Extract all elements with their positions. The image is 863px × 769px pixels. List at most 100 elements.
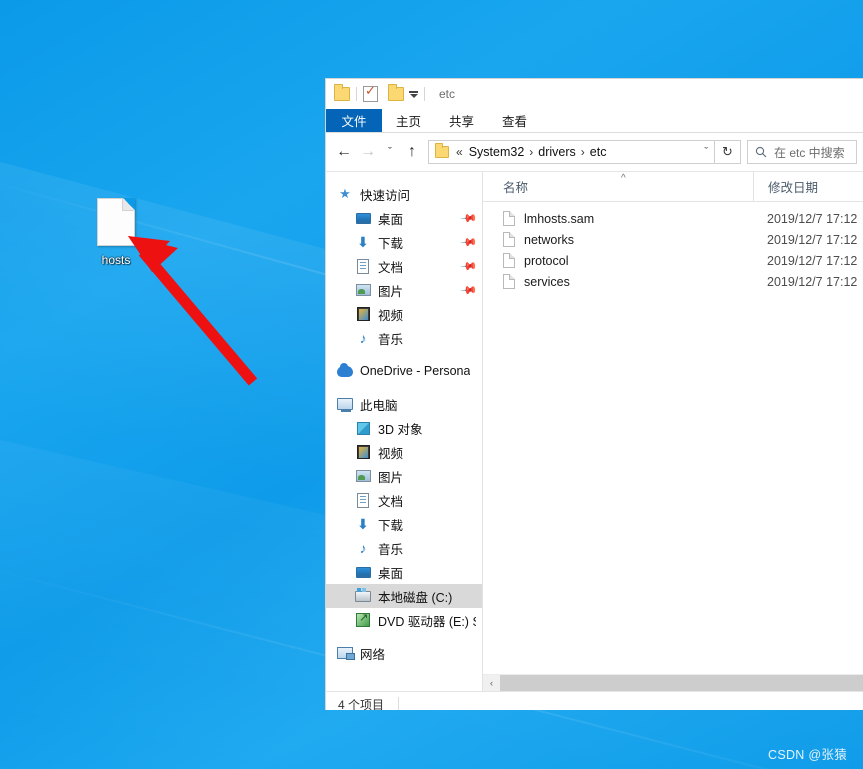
status-divider: [398, 697, 400, 710]
breadcrumb-segment-system32[interactable]: System32: [469, 145, 525, 159]
sidebar-item-quick-access[interactable]: ★ 快速访问: [326, 182, 482, 206]
properties-icon[interactable]: [363, 83, 378, 102]
file-icon: [503, 253, 515, 268]
pin-icon[interactable]: 📌: [460, 257, 479, 275]
breadcrumb-overflow-icon[interactable]: «: [456, 145, 463, 159]
sidebar-item-label: 桌面: [378, 566, 404, 581]
desktop-icon-hosts[interactable]: hosts: [78, 198, 154, 268]
column-header-date-modified[interactable]: 修改日期: [753, 172, 863, 201]
title-bar: etc: [326, 79, 863, 109]
tab-home[interactable]: 主页: [382, 109, 435, 132]
pictures-icon: [354, 468, 372, 484]
pin-icon[interactable]: 📌: [460, 281, 479, 299]
file-name-label: lmhosts.sam: [524, 211, 595, 226]
folder-icon[interactable]: [388, 84, 404, 101]
table-row[interactable]: protocol 2019/12/7 17:12: [483, 250, 863, 271]
sidebar-item-label: 视频: [378, 446, 404, 461]
pin-icon[interactable]: 📌: [460, 233, 479, 251]
star-icon: ★: [339, 186, 351, 201]
chevron-right-icon[interactable]: ›: [581, 145, 585, 159]
file-icon: [503, 232, 515, 247]
sidebar-item-label: 图片: [378, 470, 404, 485]
search-placeholder: 在 etc 中搜索: [774, 145, 845, 160]
sidebar-item-onedrive[interactable]: OneDrive - Persona: [326, 359, 482, 383]
music-icon: ♪: [359, 330, 367, 346]
window-body: ★ 快速访问 桌面 📌 ⬇ 下载 📌 文档 📌 图片 📌 视频 ♪ 音乐 One…: [326, 171, 863, 691]
window-title: etc: [439, 87, 456, 101]
back-button[interactable]: ←: [332, 138, 356, 166]
sidebar-item-local-disk-c[interactable]: 本地磁盘 (C:): [326, 584, 482, 608]
folder-icon: [435, 143, 449, 158]
sidebar-item-label: 网络: [360, 647, 386, 662]
chevron-down-icon[interactable]: ˇ: [694, 146, 708, 158]
onedrive-icon: [336, 362, 354, 379]
documents-icon: [354, 258, 372, 274]
pictures-icon: [354, 282, 372, 298]
chevron-down-icon[interactable]: [409, 93, 418, 98]
chevron-right-icon[interactable]: ›: [529, 145, 533, 159]
sidebar-item-music[interactable]: ♪ 音乐: [326, 326, 482, 350]
refresh-button[interactable]: ↻: [715, 140, 741, 164]
qat-divider-2: [424, 87, 425, 101]
sidebar-item-3d-objects[interactable]: 3D 对象: [326, 416, 482, 440]
sidebar-item-documents-pc[interactable]: 文档: [326, 488, 482, 512]
sidebar-item-videos-pc[interactable]: 视频: [326, 440, 482, 464]
desktop-icon: [354, 210, 372, 226]
download-icon: ⬇: [357, 233, 369, 250]
network-icon: [336, 645, 355, 661]
column-header-name[interactable]: 名称: [483, 172, 753, 201]
tab-share[interactable]: 共享: [435, 109, 488, 132]
scrollbar-thumb[interactable]: [500, 675, 863, 691]
address-bar: ← → ˇ ↑ « System32 › drivers › etc ˇ ↻ 在…: [326, 133, 863, 171]
file-icon: [503, 274, 515, 289]
sidebar-item-label: 音乐: [378, 542, 404, 557]
sidebar-item-label: 文档: [378, 494, 404, 509]
horizontal-scrollbar[interactable]: ‹: [483, 674, 863, 691]
file-name-label: services: [524, 274, 570, 289]
breadcrumb-segment-etc[interactable]: etc: [590, 145, 607, 159]
tab-view[interactable]: 查看: [488, 109, 541, 132]
breadcrumb-segment-drivers[interactable]: drivers: [538, 145, 576, 159]
sidebar-item-downloads-pc[interactable]: ⬇ 下载: [326, 512, 482, 536]
sidebar-item-dvd-drive-e[interactable]: DVD 驱动器 (E:) SC: [326, 608, 482, 632]
scroll-left-button[interactable]: ‹: [483, 675, 500, 691]
tab-file[interactable]: 文件: [326, 109, 382, 132]
sort-ascending-icon: ^: [621, 173, 626, 184]
videos-icon: [354, 306, 372, 322]
desktop-icon-label: hosts: [101, 253, 131, 267]
status-bar: 4 个项目: [326, 691, 863, 710]
sidebar-item-label: 下载: [378, 518, 404, 533]
sidebar-item-pictures[interactable]: 图片 📌: [326, 278, 482, 302]
up-button[interactable]: ↑: [400, 138, 424, 166]
sidebar-item-label: DVD 驱动器 (E:) SC: [378, 614, 476, 629]
sidebar-item-label: 图片: [378, 284, 404, 299]
sidebar-item-documents[interactable]: 文档 📌: [326, 254, 482, 278]
search-input[interactable]: 在 etc 中搜索: [747, 140, 857, 164]
file-name-cell: protocol: [483, 253, 753, 268]
sidebar-item-desktop-pc[interactable]: 桌面: [326, 560, 482, 584]
sidebar-item-downloads[interactable]: ⬇ 下载 📌: [326, 230, 482, 254]
sidebar-item-pictures-pc[interactable]: 图片: [326, 464, 482, 488]
sidebar-item-label: 下载: [378, 236, 404, 251]
sidebar-item-network[interactable]: 网络: [326, 641, 482, 665]
drive-icon: [354, 587, 372, 604]
recent-locations-button[interactable]: ˇ: [380, 138, 400, 166]
pin-icon[interactable]: 📌: [460, 209, 479, 227]
file-date-cell: 2019/12/7 17:12: [767, 274, 858, 289]
sidebar-item-videos[interactable]: 视频: [326, 302, 482, 326]
new-folder-icon[interactable]: [334, 84, 350, 101]
breadcrumb[interactable]: « System32 › drivers › etc ˇ: [428, 140, 715, 164]
file-name-label: networks: [524, 232, 575, 247]
table-row[interactable]: networks 2019/12/7 17:12: [483, 229, 863, 250]
forward-button[interactable]: →: [356, 138, 380, 166]
sidebar-item-label: 文档: [378, 260, 404, 275]
sidebar-item-music-pc[interactable]: ♪ 音乐: [326, 536, 482, 560]
sidebar-item-desktop[interactable]: 桌面 📌: [326, 206, 482, 230]
desktop-icon: [354, 564, 372, 580]
table-row[interactable]: services 2019/12/7 17:12: [483, 271, 863, 292]
music-icon: ♪: [359, 540, 367, 556]
sidebar-item-this-pc[interactable]: 此电脑: [326, 392, 482, 416]
sidebar-item-label: 快速访问: [360, 188, 411, 203]
sidebar-item-label: 此电脑: [360, 398, 398, 413]
table-row[interactable]: lmhosts.sam 2019/12/7 17:12: [483, 208, 863, 229]
